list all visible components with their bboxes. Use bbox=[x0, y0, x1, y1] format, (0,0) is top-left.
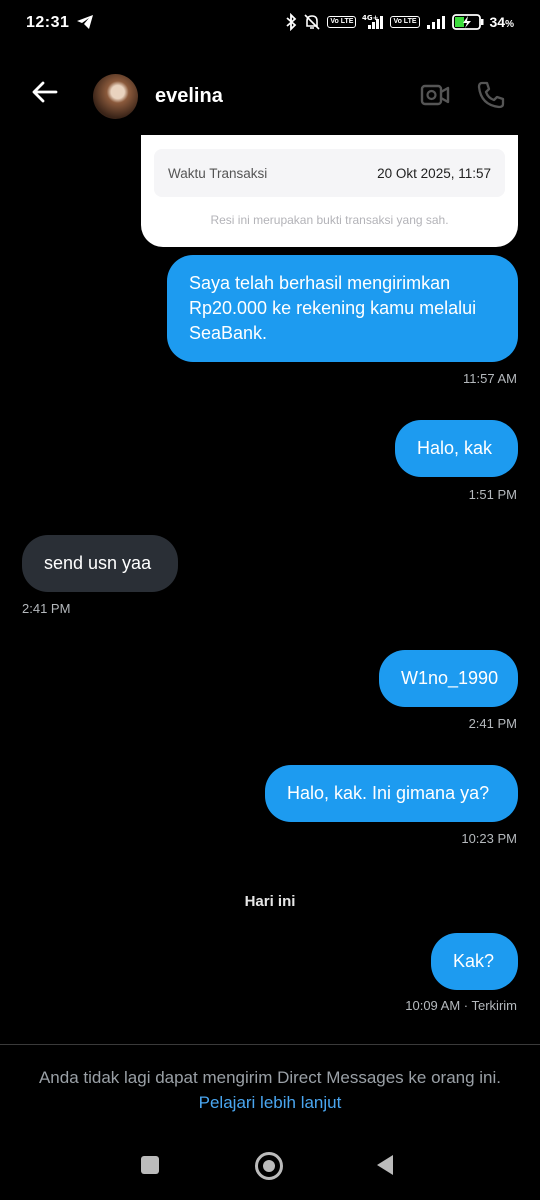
message-line: Saya telah berhasil mengirimkan bbox=[189, 273, 451, 293]
conversation-username[interactable]: evelina bbox=[155, 85, 223, 108]
avatar[interactable] bbox=[93, 74, 138, 119]
status-bar: 12:31 Vo LTE 4G+ Vo LTE 34% bbox=[0, 0, 540, 50]
message-bubble-incoming[interactable]: send usn yaa bbox=[22, 535, 178, 592]
video-call-button[interactable] bbox=[420, 82, 450, 113]
receipt-value: 20 Okt 2025, 11:57 bbox=[377, 165, 491, 181]
message-bubble-outgoing[interactable]: Kak? bbox=[431, 933, 518, 990]
message-bubble-outgoing[interactable]: Saya telah berhasil mengirimkan Rp20.000… bbox=[167, 255, 518, 362]
footer-divider bbox=[0, 1044, 540, 1045]
volte-tag-2: Vo LTE bbox=[390, 16, 420, 28]
receipt-row: Waktu Transaksi 20 Okt 2025, 11:57 bbox=[154, 149, 505, 197]
telegram-icon bbox=[76, 14, 94, 35]
learn-more-link[interactable]: Pelajari lebih lanjut bbox=[0, 1093, 540, 1113]
signal-icon-2 bbox=[426, 14, 446, 30]
message-timestamp-sent: 10:09 AM · Terkirim bbox=[405, 998, 517, 1013]
battery-level: 34% bbox=[489, 14, 514, 30]
message-timestamp: 2:41 PM bbox=[468, 716, 517, 731]
voice-call-button[interactable] bbox=[476, 80, 506, 115]
receipt-note: Resi ini merupakan bukti transaksi yang … bbox=[210, 213, 449, 227]
phone-icon bbox=[477, 81, 505, 109]
nav-back-button[interactable] bbox=[375, 1154, 395, 1181]
dm-restricted-notice: Anda tidak lagi dapat mengirim Direct Me… bbox=[38, 1068, 502, 1087]
status-time: 12:31 bbox=[26, 14, 70, 31]
message-line: Rp20.000 ke rekening kamu melalui bbox=[189, 298, 477, 318]
home-button[interactable] bbox=[255, 1152, 283, 1180]
battery-charging-icon bbox=[451, 14, 484, 30]
transfer-receipt-card[interactable]: Waktu Transaksi 20 Okt 2025, 11:57 Resi … bbox=[141, 135, 518, 247]
message-timestamp: 1:51 PM bbox=[468, 487, 517, 502]
triangle-back-icon bbox=[377, 1155, 393, 1175]
message-timestamp: 11:57 AM bbox=[463, 371, 517, 386]
mute-bell-icon bbox=[303, 13, 321, 31]
back-button[interactable] bbox=[30, 80, 58, 109]
status-icons: Vo LTE 4G+ Vo LTE 34% bbox=[285, 13, 514, 31]
day-separator: Hari ini bbox=[244, 893, 296, 910]
receipt-label: Waktu Transaksi bbox=[168, 165, 268, 181]
message-bubble-outgoing[interactable]: Halo, kak bbox=[395, 420, 518, 477]
signal-icon-1: 4G+ bbox=[362, 14, 384, 30]
message-timestamp: 2:41 PM bbox=[22, 601, 71, 616]
message-bubble-outgoing[interactable]: Halo, kak. Ini gimana ya? bbox=[265, 765, 518, 822]
bluetooth-icon bbox=[285, 13, 297, 31]
video-camera-icon bbox=[420, 84, 450, 106]
message-timestamp: 10:23 PM bbox=[461, 831, 517, 846]
volte-tag-1: Vo LTE bbox=[327, 16, 357, 28]
message-bubble-outgoing[interactable]: W1no_1990 bbox=[379, 650, 518, 707]
arrow-left-icon bbox=[32, 81, 58, 103]
recents-button[interactable] bbox=[141, 1156, 159, 1174]
message-line: SeaBank. bbox=[189, 323, 268, 343]
